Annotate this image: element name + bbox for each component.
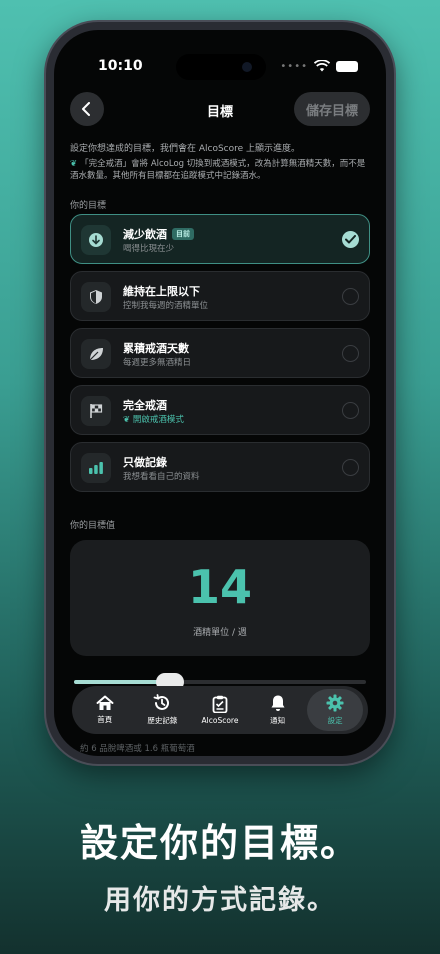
camera-icon <box>242 62 252 72</box>
status-time: 10:10 <box>98 58 143 74</box>
battery-icon <box>336 60 358 72</box>
goal-option-limit[interactable]: 維持在上限以下 控制我每週的酒精單位 <box>70 271 370 321</box>
goal-title: 累積戒酒天數 <box>123 342 189 355</box>
goal-title: 只做記錄 <box>123 456 167 469</box>
leaf-icon: ❦ <box>123 415 133 425</box>
tab-bar: 首頁 歷史記錄 AlcoScore 通知 設定 <box>72 686 368 734</box>
goal-subtitle: 每週更多無酒精日 <box>123 358 192 368</box>
abstinence-note: ❦ 「完全戒酒」會將 AlcoLog 切換到戒酒模式，改為計算無酒精天數，而不是酒… <box>70 158 370 182</box>
app-screen: 10:10 •••• 目標 儲存目標 設定你想達成的目標，我們會在 AlcoSc… <box>54 30 386 756</box>
equivalent-hint: 約 6 品脫啤酒或 1.6 瓶葡萄酒 <box>80 744 195 754</box>
tab-history[interactable]: 歷史記錄 <box>134 689 190 731</box>
current-badge: 目前 <box>172 228 194 240</box>
marketing-headline: 設定你的目標。 <box>79 821 360 865</box>
flag-icon <box>81 396 111 426</box>
tab-label: 首頁 <box>97 715 113 724</box>
history-icon <box>153 694 170 710</box>
wifi-icon <box>314 60 330 72</box>
goal-subtitle: 我想看看自己的資料 <box>123 472 200 482</box>
tab-home[interactable]: 首頁 <box>77 689 133 731</box>
goal-option-track-only[interactable]: 只做記錄 我想看看自己的資料 <box>70 442 370 492</box>
radio-button[interactable] <box>342 402 359 419</box>
phone-frame: 10:10 •••• 目標 儲存目標 設定你想達成的目標，我們會在 AlcoSc… <box>46 22 394 764</box>
gear-icon <box>326 694 344 712</box>
tab-label: 通知 <box>270 716 286 725</box>
arrow-down-icon <box>81 225 111 255</box>
goal-option-quit[interactable]: 完全戒酒 ❦ 開啟戒酒模式 <box>70 385 370 435</box>
goal-option-reduce[interactable]: 減少飲酒 目前 喝得比現在少 <box>70 214 370 264</box>
target-slider[interactable] <box>74 673 366 691</box>
target-value-card: 14 酒精單位 / 週 <box>70 540 370 656</box>
goal-description: 設定你想達成的目標，我們會在 AlcoScore 上顯示進度。 <box>70 144 301 154</box>
tab-label: 設定 <box>327 716 343 725</box>
goal-title: 減少飲酒 目前 <box>123 226 194 242</box>
goal-subtitle: 控制我每週的酒精單位 <box>123 301 209 311</box>
leaf-icon <box>81 339 111 369</box>
tab-notifications[interactable]: 通知 <box>250 689 306 731</box>
target-unit: 酒精單位 / 週 <box>193 628 247 638</box>
shield-icon <box>81 282 111 312</box>
nav-bar: 目標 儲存目標 <box>70 92 370 128</box>
goal-title: 維持在上限以下 <box>123 285 200 298</box>
tab-settings[interactable]: 設定 <box>307 689 364 731</box>
goals-section-label: 你的目標 <box>70 201 107 211</box>
bar-chart-icon <box>81 453 111 483</box>
target-value: 14 <box>187 560 252 614</box>
bell-icon <box>271 695 285 711</box>
radio-button[interactable] <box>342 345 359 362</box>
radio-button[interactable] <box>342 288 359 305</box>
goal-subtitle: ❦ 開啟戒酒模式 <box>123 415 184 425</box>
goal-option-dry-days[interactable]: 累積戒酒天數 每週更多無酒精日 <box>70 328 370 378</box>
goal-subtitle: 喝得比現在少 <box>123 244 175 254</box>
abstinence-note-text: 「完全戒酒」會將 AlcoLog 切換到戒酒模式，改為計算無酒精天數，而不是酒水… <box>70 159 366 181</box>
tab-label: AlcoScore <box>201 716 239 725</box>
clipboard-icon <box>212 695 228 713</box>
tab-alcoscore[interactable]: AlcoScore <box>192 689 248 731</box>
radio-button[interactable] <box>342 459 359 476</box>
save-goal-button[interactable]: 儲存目標 <box>293 92 370 126</box>
marketing-subline: 用你的方式記錄。 <box>104 885 336 916</box>
home-icon <box>96 695 114 710</box>
dynamic-island <box>176 54 266 80</box>
checkmark-icon[interactable] <box>342 231 359 248</box>
target-section-label: 你的目標值 <box>70 521 116 531</box>
leaf-icon: ❦ <box>70 159 78 169</box>
tab-label: 歷史記錄 <box>147 716 178 725</box>
signal-icon: •••• <box>280 60 308 72</box>
status-icons: •••• <box>280 60 358 72</box>
goal-title: 完全戒酒 <box>123 399 167 412</box>
status-bar: 10:10 •••• <box>54 54 386 80</box>
